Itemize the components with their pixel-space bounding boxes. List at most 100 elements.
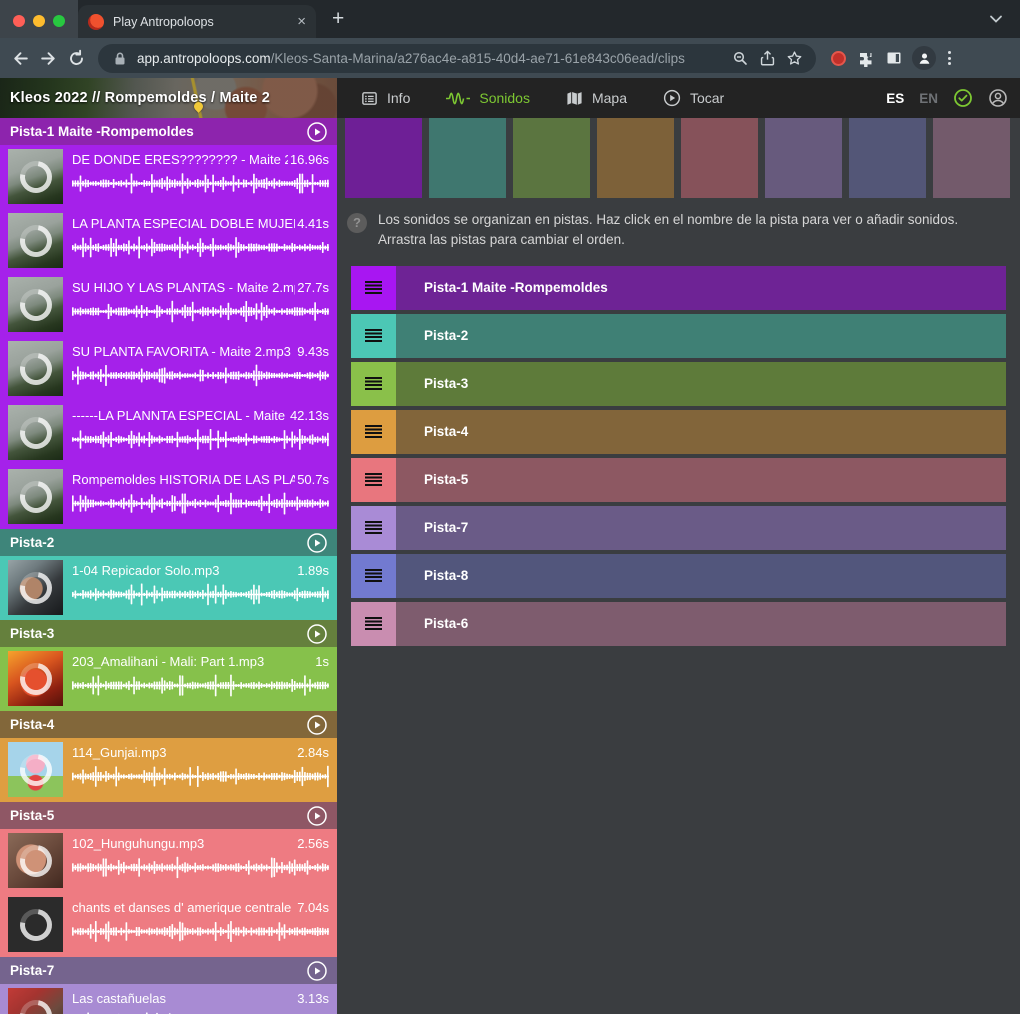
browser-tab[interactable]: Play Antropoloops × <box>78 5 316 38</box>
waveform[interactable] <box>72 172 329 195</box>
reload-button[interactable] <box>66 48 86 68</box>
track-header[interactable]: Pista-3 <box>0 620 337 647</box>
play-track-button[interactable] <box>306 960 328 982</box>
track-row[interactable]: Pista-1 Maite -Rompemoldes <box>351 266 1006 310</box>
track-row[interactable]: Pista-6 <box>351 602 1006 646</box>
clip-thumbnail <box>8 213 63 268</box>
macos-minimize-button[interactable] <box>33 15 45 27</box>
nav-tab-mapa[interactable]: Mapa <box>566 90 627 107</box>
clip-thumbnail <box>8 897 63 952</box>
drag-grip-icon <box>365 569 382 582</box>
play-track-button[interactable] <box>306 121 328 143</box>
clip-item[interactable]: 1-04 Repicador Solo.mp31.89s <box>0 556 337 620</box>
clip-thumbnail <box>8 833 63 888</box>
waveform[interactable] <box>72 583 329 606</box>
clip-item[interactable]: DE DONDE ERES???????? - Maite 2.mp316.96… <box>0 145 337 209</box>
drag-handle[interactable] <box>351 554 396 598</box>
track-row-bar[interactable]: Pista-6 <box>396 602 1006 646</box>
play-track-button[interactable] <box>306 532 328 554</box>
nav-tab-sonidos[interactable]: Sonidos <box>446 90 530 106</box>
track-row[interactable]: Pista-5 <box>351 458 1006 502</box>
bookmark-star-icon[interactable] <box>784 48 804 68</box>
track-row[interactable]: Pista-8 <box>351 554 1006 598</box>
drag-handle[interactable] <box>351 410 396 454</box>
clip-item[interactable]: 203_Amalihani - Mali: Part 1.mp31s <box>0 647 337 711</box>
tab-search-chevron-icon[interactable] <box>988 11 1004 27</box>
drag-handle[interactable] <box>351 314 396 358</box>
clip-item[interactable]: ------LA PLANNTA ESPECIAL - Maite 2.mp34… <box>0 401 337 465</box>
track-header[interactable]: Pista-7 <box>0 957 337 984</box>
waveform[interactable] <box>72 428 329 451</box>
clip-item[interactable]: chants et danses d' amerique centrale - … <box>0 893 337 957</box>
waveform[interactable] <box>72 765 329 788</box>
macos-zoom-button[interactable] <box>53 15 65 27</box>
track-header[interactable]: Pista-5 <box>0 802 337 829</box>
track-row-label: Pista-5 <box>424 472 468 487</box>
browser-menu-icon[interactable] <box>944 51 955 65</box>
track-row-bar[interactable]: Pista-4 <box>396 410 1006 454</box>
track-color-swatch <box>597 118 674 198</box>
lang-es-button[interactable]: ES <box>886 91 904 106</box>
track-row-label: Pista-4 <box>424 424 468 439</box>
sidebar-track-section: Pista-21-04 Repicador Solo.mp31.89s <box>0 529 337 620</box>
record-indicator-icon[interactable] <box>828 48 848 68</box>
clip-item[interactable]: 114_Gunjai.mp32.84s <box>0 738 337 802</box>
profile-avatar[interactable] <box>912 46 936 70</box>
clip-item[interactable]: SU HIJO Y LAS PLANTAS - Maite 2.mp327.7s <box>0 273 337 337</box>
waveform[interactable] <box>72 674 329 697</box>
clip-item[interactable]: LA PLANTA ESPECIAL DOBLE MUJER - Mai...4… <box>0 209 337 273</box>
waveform[interactable] <box>72 856 329 879</box>
track-header[interactable]: Pista-1 Maite -Rompemoldes <box>0 118 337 145</box>
play-track-button[interactable] <box>306 714 328 736</box>
waveform[interactable] <box>72 364 329 387</box>
track-row-bar[interactable]: Pista-8 <box>396 554 1006 598</box>
clip-duration: 1.89s <box>295 563 329 578</box>
track-row-bar[interactable]: Pista-1 Maite -Rompemoldes <box>396 266 1006 310</box>
waveform[interactable] <box>72 300 329 323</box>
track-row-bar[interactable]: Pista-5 <box>396 458 1006 502</box>
clip-item[interactable]: SU PLANTA FAVORITA - Maite 2.mp39.43s <box>0 337 337 401</box>
drag-handle[interactable] <box>351 362 396 406</box>
share-icon[interactable] <box>757 48 777 68</box>
account-icon[interactable] <box>988 88 1008 108</box>
track-header[interactable]: Pista-4 <box>0 711 337 738</box>
drag-handle[interactable] <box>351 266 396 310</box>
play-track-button[interactable] <box>306 623 328 645</box>
clip-thumbnail <box>8 341 63 396</box>
macos-close-button[interactable] <box>13 15 25 27</box>
back-button[interactable] <box>10 48 30 68</box>
drag-handle[interactable] <box>351 458 396 502</box>
new-tab-button[interactable]: + <box>332 7 344 31</box>
track-row-bar[interactable]: Pista-3 <box>396 362 1006 406</box>
track-row[interactable]: Pista-7 <box>351 506 1006 550</box>
clip-thumbnail <box>8 405 63 460</box>
track-row-bar[interactable]: Pista-7 <box>396 506 1006 550</box>
track-row-bar[interactable]: Pista-2 <box>396 314 1006 358</box>
breadcrumb[interactable]: Kleos 2022 // Rompemoldes / Maite 2 <box>0 78 337 118</box>
clip-item[interactable]: Las castañuelas3.13s <box>0 984 337 1014</box>
clip-item[interactable]: Rompemoldes HISTORIA DE LAS PLANTAS...50… <box>0 465 337 529</box>
track-row[interactable]: Pista-4 <box>351 410 1006 454</box>
address-bar[interactable]: app.antropoloops.com/Kleos-Santa-Marina/… <box>98 44 816 73</box>
clip-item[interactable]: 102_Hunguhungu.mp32.56s <box>0 829 337 893</box>
play-track-button[interactable] <box>306 805 328 827</box>
lang-en-button[interactable]: EN <box>919 91 938 106</box>
drag-handle[interactable] <box>351 506 396 550</box>
track-color-swatch <box>345 118 422 198</box>
nav-tab-tocar[interactable]: Tocar <box>663 89 724 107</box>
tab-close-icon[interactable]: × <box>297 14 306 29</box>
track-row[interactable]: Pista-2 <box>351 314 1006 358</box>
nav-tab-info[interactable]: Info <box>361 90 410 107</box>
waveform[interactable] <box>72 236 329 259</box>
extensions-puzzle-icon[interactable] <box>856 48 876 68</box>
waveform[interactable] <box>72 492 329 515</box>
track-row-label: Pista-1 Maite -Rompemoldes <box>424 280 608 295</box>
track-header[interactable]: Pista-2 <box>0 529 337 556</box>
forward-button[interactable] <box>38 48 58 68</box>
drag-handle[interactable] <box>351 602 396 646</box>
zoom-page-icon[interactable] <box>730 48 750 68</box>
waveform[interactable] <box>72 920 329 943</box>
track-row[interactable]: Pista-3 <box>351 362 1006 406</box>
page-content: Pista-1 Maite -RompemoldesDE DONDE ERES?… <box>0 118 1020 1014</box>
side-panel-icon[interactable] <box>884 48 904 68</box>
